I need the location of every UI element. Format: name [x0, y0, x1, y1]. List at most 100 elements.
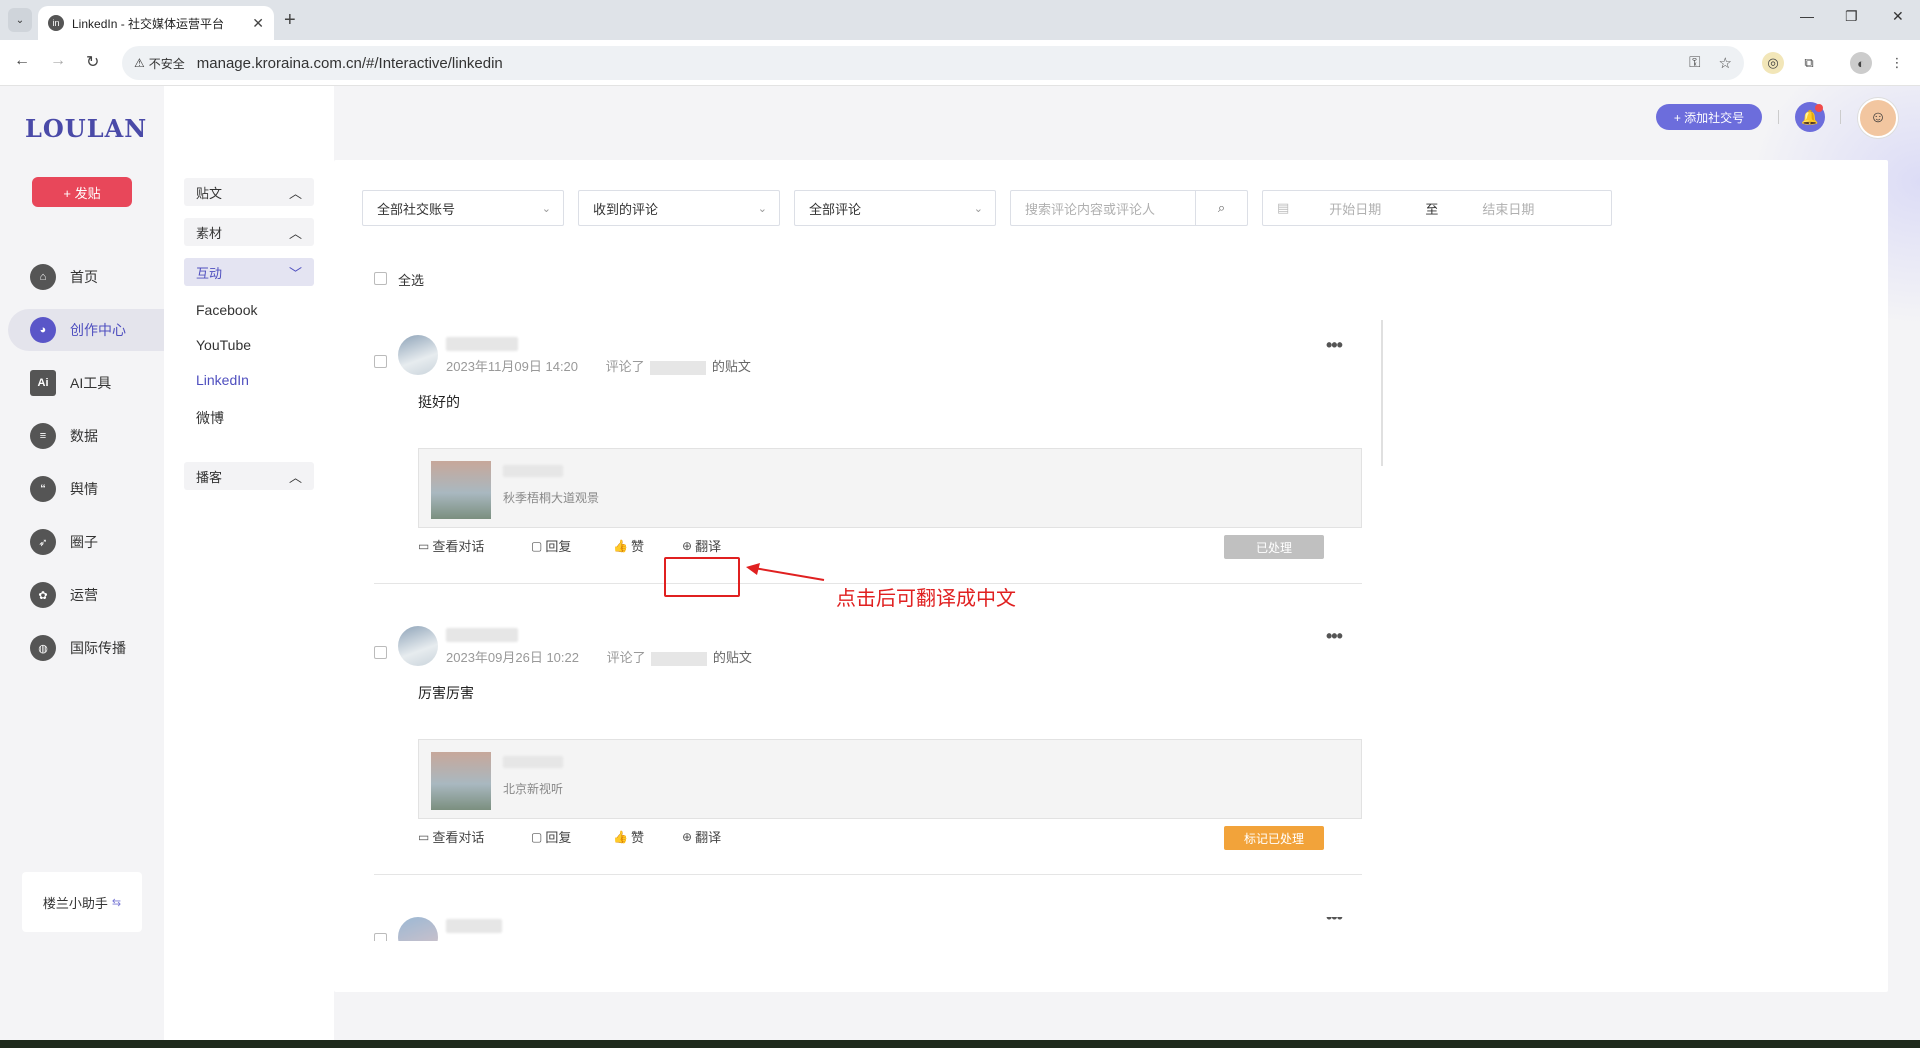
browser-tab[interactable]: in LinkedIn - 社交媒体运营平台 ✕: [38, 6, 274, 40]
submenu-interaction[interactable]: 互动 ﹀: [184, 258, 314, 286]
comment-action-text: 评论了: [605, 359, 645, 374]
post-thumbnail: [431, 461, 491, 519]
translate-button[interactable]: ⊕ 翻译: [682, 536, 721, 555]
more-options-icon[interactable]: •••: [1326, 335, 1343, 356]
database-icon: ≡: [30, 423, 56, 449]
nav-item-circle[interactable]: ➶ 圈子: [0, 521, 164, 563]
reply-button[interactable]: ▢ 回复: [531, 536, 571, 555]
accounts-select[interactable]: 全部社交账号 ⌄: [362, 190, 564, 226]
divider: [1778, 110, 1779, 124]
nav-item-public-opinion[interactable]: “ 舆情: [0, 468, 164, 510]
user-avatar[interactable]: ☺: [1858, 98, 1898, 138]
close-tab-icon[interactable]: ✕: [252, 15, 264, 32]
profile-icon[interactable]: ◐: [1850, 52, 1872, 74]
mark-processed-button[interactable]: 标记已处理: [1224, 826, 1324, 850]
back-button[interactable]: ←: [14, 52, 30, 70]
logo[interactable]: LOULAN: [25, 114, 147, 143]
extension-icon[interactable]: ◎: [1762, 52, 1784, 74]
select-all-label: 全选: [398, 273, 425, 288]
minimize-button[interactable]: —: [1800, 8, 1814, 24]
post-preview-card[interactable]: 秋季梧桐大道观景: [418, 448, 1362, 528]
submenu-link-youtube[interactable]: YouTube: [196, 337, 251, 353]
warning-icon: ⚠: [134, 56, 145, 70]
nav-label: 创作中心: [70, 322, 126, 338]
nav-item-data[interactable]: ≡ 数据: [0, 415, 164, 457]
chevron-up-icon: ︿: [288, 469, 302, 485]
nav-label: 圈子: [70, 534, 98, 550]
url-text[interactable]: manage.kroraina.com.cn/#/Interactive/lin…: [197, 55, 503, 72]
start-date-input[interactable]: 开始日期: [1329, 199, 1381, 218]
like-button[interactable]: 👍 赞: [613, 536, 644, 555]
translate-label: 翻译: [695, 830, 722, 845]
post-preview-card[interactable]: 北京新视听: [418, 739, 1362, 819]
assistant-label: 楼兰小助手: [42, 895, 108, 911]
date-range-picker[interactable]: ▤ 开始日期 至 结束日期: [1262, 190, 1612, 226]
submenu-label: 互动: [196, 265, 223, 281]
comment-post-suffix: 的贴文: [711, 359, 751, 374]
view-conversation-button[interactable]: ▭ 查看对话: [418, 827, 484, 846]
like-button[interactable]: 👍 赞: [613, 827, 644, 846]
nav-item-ai-tools[interactable]: Ai AI工具: [0, 362, 164, 404]
commenter-avatar[interactable]: [398, 335, 438, 375]
close-window-button[interactable]: ✕: [1892, 8, 1904, 25]
forward-button[interactable]: →: [50, 52, 66, 70]
comment-status-select[interactable]: 全部评论 ⌄: [794, 190, 996, 226]
reply-button[interactable]: ▢ 回复: [531, 827, 571, 846]
security-indicator[interactable]: ⚠ 不安全: [134, 55, 185, 72]
more-options-icon[interactable]: •••: [1326, 626, 1343, 647]
tab-title: LinkedIn - 社交媒体运营平台: [72, 16, 225, 31]
nav-item-international[interactable]: ◍ 国际传播: [0, 627, 164, 669]
more-options-icon[interactable]: •••: [1326, 917, 1343, 928]
nav-item-operations[interactable]: ✿ 运营: [0, 574, 164, 616]
comment-meta: 2023年11月09日 14:20 评论了 的贴文: [446, 356, 751, 375]
comment-divider: [374, 874, 1362, 875]
extensions-puzzle-icon[interactable]: ⧉: [1798, 52, 1820, 74]
comment-checkbox[interactable]: [374, 646, 387, 659]
translate-button[interactable]: ⊕ 翻译: [682, 827, 721, 846]
ai-icon: Ai: [30, 370, 56, 396]
submenu-materials[interactable]: 素材 ︿: [184, 218, 314, 246]
submenu-podcast[interactable]: 播客 ︿: [184, 462, 314, 490]
scrollbar[interactable]: [1381, 320, 1383, 466]
main-nav: ⌂ 首页 ◕ 创作中心 Ai AI工具 ≡ 数据 “ 舆情 ➶ 圈子 ✿ 运营 …: [0, 256, 164, 680]
compass-icon: ➶: [30, 529, 56, 555]
view-conversation-button[interactable]: ▭ 查看对话: [418, 536, 484, 555]
commenter-avatar[interactable]: [398, 917, 438, 941]
submenu-link-linkedin[interactable]: LinkedIn: [196, 372, 249, 388]
nav-item-creation-center[interactable]: ◕ 创作中心: [8, 309, 164, 351]
comment-checkbox[interactable]: [374, 355, 387, 368]
notification-bell-icon[interactable]: 🔔: [1795, 102, 1825, 132]
submenu-posts[interactable]: 贴文 ︿: [184, 178, 314, 206]
translate-highlight-box: [664, 557, 740, 597]
bookmark-star-icon[interactable]: ☆: [1719, 54, 1732, 72]
password-key-icon[interactable]: ⚿: [1689, 54, 1700, 72]
search-icon[interactable]: ⌕: [1195, 191, 1247, 225]
add-social-account-button[interactable]: + 添加社交号: [1656, 104, 1762, 130]
select-all-checkbox[interactable]: [374, 272, 387, 285]
nav-item-home[interactable]: ⌂ 首页: [0, 256, 164, 298]
submenu-link-weibo[interactable]: 微博: [196, 408, 224, 428]
end-date-input[interactable]: 结束日期: [1482, 199, 1534, 218]
search-input[interactable]: 搜索评论内容或评论人: [1025, 199, 1155, 218]
omnibox[interactable]: ⚠ 不安全 manage.kroraina.com.cn/#/Interacti…: [122, 46, 1744, 80]
palette-icon: ◕: [30, 317, 56, 343]
comments-panel: 全部社交账号 ⌄ 收到的评论 ⌄ 全部评论 ⌄ 搜索评论内容或评论人 ⌕ ▤ 开…: [334, 160, 1888, 992]
post-button[interactable]: + 发贴: [32, 177, 132, 207]
assistant-button[interactable]: 楼兰小助手 ⇆: [22, 872, 142, 932]
tab-search-button[interactable]: ⌄: [8, 8, 32, 32]
date-range-separator: 至: [1425, 201, 1439, 217]
menu-kebab-icon[interactable]: ⋮: [1886, 52, 1908, 74]
chevron-up-icon: ︿: [288, 185, 302, 201]
post-subtitle: 秋季梧桐大道观景: [503, 491, 600, 505]
globe-icon: ⊕: [682, 538, 693, 553]
reload-button[interactable]: ↻: [86, 52, 99, 72]
restore-button[interactable]: ❐: [1845, 8, 1858, 25]
thumbs-up-icon: 👍: [613, 538, 628, 553]
comment-type-select[interactable]: 收到的评论 ⌄: [578, 190, 780, 226]
search-box[interactable]: 搜索评论内容或评论人 ⌕: [1010, 190, 1248, 226]
submenu-link-facebook[interactable]: Facebook: [196, 302, 257, 318]
commenter-avatar[interactable]: [398, 626, 438, 666]
comment-checkbox[interactable]: [374, 933, 387, 941]
processed-status-button[interactable]: 已处理: [1224, 535, 1324, 559]
new-tab-button[interactable]: +: [284, 9, 296, 32]
